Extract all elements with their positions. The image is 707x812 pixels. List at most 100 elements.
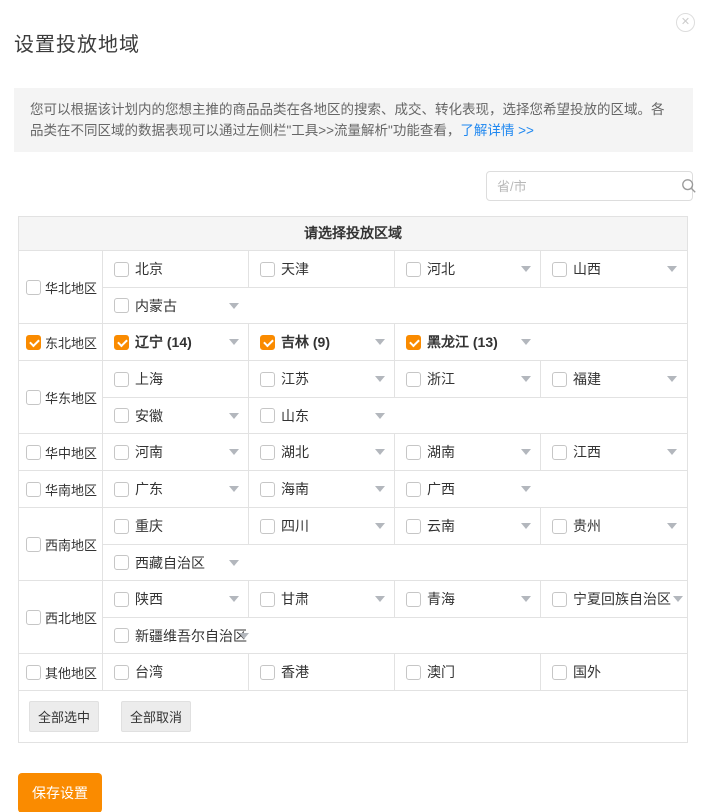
learn-more-link[interactable]: 了解详情 >> — [460, 123, 534, 138]
province-cell: 黑龙江 (13) — [395, 324, 541, 360]
province-checkbox[interactable] — [406, 445, 421, 460]
province-checkbox[interactable] — [114, 519, 129, 534]
region-rows: 北京天津河北山西内蒙古 — [103, 251, 687, 323]
dropdown-caret-icon[interactable] — [375, 449, 385, 455]
province-checkbox[interactable] — [260, 408, 275, 423]
province-checkbox[interactable] — [114, 298, 129, 313]
province-cell: 北京 — [103, 251, 249, 287]
region-checkbox[interactable] — [26, 537, 41, 552]
province-checkbox[interactable] — [406, 665, 421, 680]
dropdown-caret-icon[interactable] — [229, 339, 239, 345]
search-box — [486, 171, 693, 201]
province-checkbox[interactable] — [406, 592, 421, 607]
province-checkbox[interactable] — [114, 628, 129, 643]
row-filler — [249, 545, 687, 580]
dropdown-caret-icon[interactable] — [229, 596, 239, 602]
dropdown-caret-icon[interactable] — [673, 596, 683, 602]
province-checkbox[interactable] — [406, 482, 421, 497]
dropdown-caret-icon[interactable] — [375, 523, 385, 529]
dropdown-caret-icon[interactable] — [667, 449, 677, 455]
province-label: 江苏 — [281, 369, 373, 389]
dropdown-caret-icon[interactable] — [229, 449, 239, 455]
province-cell: 陕西 — [103, 581, 249, 617]
region-checkbox[interactable] — [26, 665, 41, 680]
province-cell: 贵州 — [541, 508, 687, 544]
province-checkbox[interactable] — [114, 592, 129, 607]
dropdown-caret-icon[interactable] — [375, 413, 385, 419]
dropdown-caret-icon[interactable] — [667, 266, 677, 272]
cancel-all-button[interactable]: 全部取消 — [121, 701, 191, 732]
province-checkbox[interactable] — [114, 482, 129, 497]
province-checkbox[interactable] — [552, 592, 567, 607]
province-checkbox[interactable] — [406, 372, 421, 387]
province-checkbox[interactable] — [552, 262, 567, 277]
province-cell: 天津 — [249, 251, 395, 287]
region-group: 华中地区河南湖北湖南江西 — [19, 433, 687, 470]
province-checkbox[interactable] — [114, 408, 129, 423]
province-checkbox[interactable] — [260, 592, 275, 607]
province-checkbox[interactable] — [260, 335, 275, 350]
save-settings-button[interactable]: 保存设置 — [18, 773, 102, 812]
dropdown-caret-icon[interactable] — [521, 449, 531, 455]
province-checkbox[interactable] — [552, 665, 567, 680]
close-icon[interactable]: ✕ — [676, 13, 695, 32]
province-search-input[interactable] — [487, 179, 681, 194]
province-checkbox[interactable] — [114, 335, 129, 350]
province-checkbox[interactable] — [260, 665, 275, 680]
select-all-button[interactable]: 全部选中 — [29, 701, 99, 732]
region-label: 华中地区 — [45, 443, 97, 462]
dropdown-caret-icon[interactable] — [229, 486, 239, 492]
province-checkbox[interactable] — [260, 372, 275, 387]
dropdown-caret-icon[interactable] — [521, 596, 531, 602]
province-checkbox[interactable] — [406, 335, 421, 350]
region-rows: 河南湖北湖南江西 — [103, 434, 687, 470]
dropdown-caret-icon[interactable] — [667, 523, 677, 529]
province-checkbox[interactable] — [406, 262, 421, 277]
province-checkbox[interactable] — [260, 482, 275, 497]
province-checkbox[interactable] — [114, 372, 129, 387]
dropdown-caret-icon[interactable] — [521, 486, 531, 492]
dropdown-caret-icon[interactable] — [375, 596, 385, 602]
dropdown-caret-icon[interactable] — [521, 523, 531, 529]
province-checkbox[interactable] — [260, 519, 275, 534]
province-cell: 上海 — [103, 361, 249, 397]
dropdown-caret-icon[interactable] — [375, 376, 385, 382]
province-row: 辽宁 (14)吉林 (9)黑龙江 (13) — [103, 324, 687, 360]
dropdown-caret-icon[interactable] — [375, 339, 385, 345]
province-checkbox[interactable] — [552, 519, 567, 534]
region-checkbox[interactable] — [26, 390, 41, 405]
dropdown-caret-icon[interactable] — [229, 413, 239, 419]
province-checkbox[interactable] — [552, 372, 567, 387]
dropdown-caret-icon[interactable] — [239, 633, 249, 639]
province-checkbox[interactable] — [406, 519, 421, 534]
region-group: 西北地区陕西甘肃青海宁夏回族自治区新疆维吾尔自治区 — [19, 580, 687, 653]
region-checkbox[interactable] — [26, 482, 41, 497]
province-cell: 广西 — [395, 471, 541, 507]
province-checkbox[interactable] — [114, 262, 129, 277]
province-cell: 安徽 — [103, 398, 249, 433]
magnifier-icon[interactable] — [681, 172, 697, 200]
region-label: 西南地区 — [45, 535, 97, 554]
province-checkbox[interactable] — [552, 445, 567, 460]
region-checkbox[interactable] — [26, 280, 41, 295]
province-checkbox[interactable] — [260, 262, 275, 277]
region-checkbox[interactable] — [26, 610, 41, 625]
dropdown-caret-icon[interactable] — [521, 339, 531, 345]
province-checkbox[interactable] — [114, 555, 129, 570]
region-checkbox[interactable] — [26, 335, 41, 350]
dropdown-caret-icon[interactable] — [229, 560, 239, 566]
province-checkbox[interactable] — [114, 665, 129, 680]
dropdown-caret-icon[interactable] — [375, 486, 385, 492]
region-checkbox[interactable] — [26, 445, 41, 460]
province-cell: 台湾 — [103, 654, 249, 690]
dropdown-caret-icon[interactable] — [521, 266, 531, 272]
province-checkbox[interactable] — [260, 445, 275, 460]
dropdown-caret-icon[interactable] — [229, 303, 239, 309]
dropdown-caret-icon[interactable] — [521, 376, 531, 382]
row-filler — [541, 324, 687, 360]
dropdown-caret-icon[interactable] — [667, 376, 677, 382]
province-cell: 吉林 (9) — [249, 324, 395, 360]
row-filler — [249, 618, 687, 653]
province-cell: 浙江 — [395, 361, 541, 397]
province-checkbox[interactable] — [114, 445, 129, 460]
